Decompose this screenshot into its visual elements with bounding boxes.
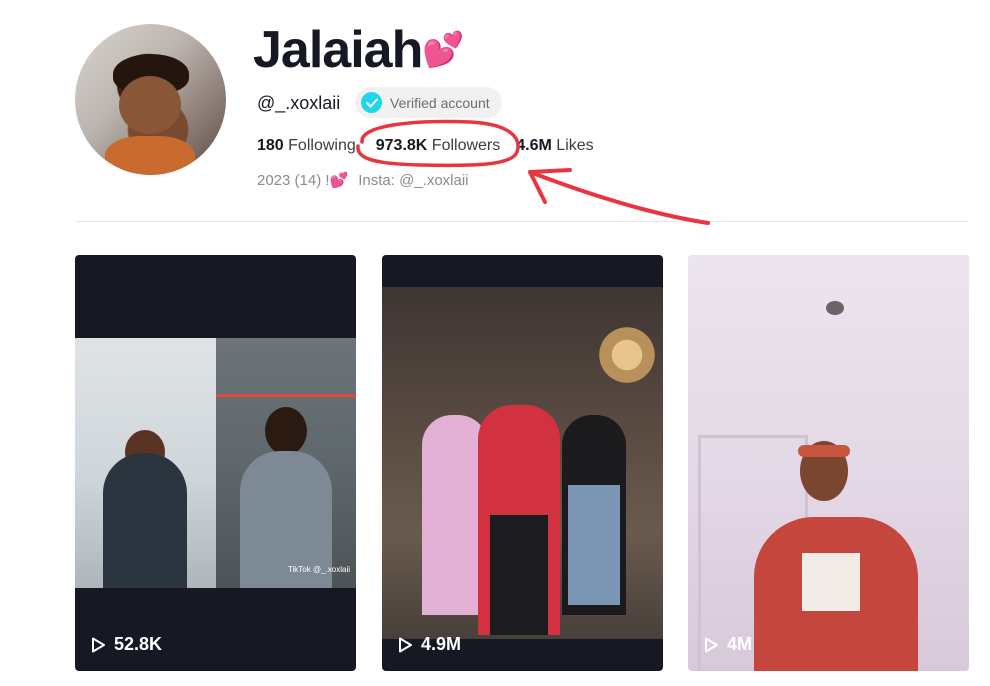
heart-emoji: 💕 bbox=[422, 31, 464, 69]
following-label: Following bbox=[288, 137, 356, 154]
bio-insta: Insta: @_.xoxlaii bbox=[358, 172, 469, 189]
view-count: 4M bbox=[727, 634, 753, 654]
view-count: 4.9M bbox=[421, 634, 462, 654]
play-icon bbox=[399, 637, 412, 652]
likes-stat: 4.6M Likes bbox=[516, 136, 593, 156]
followers-label: Followers bbox=[431, 137, 501, 154]
video-card-1[interactable]: TikTok @_.xoxlaii 52.8K bbox=[75, 255, 356, 671]
profile-stats: 180 Following 973.8K Followers 4.6M Like… bbox=[257, 136, 594, 156]
following-count: 180 bbox=[257, 137, 284, 154]
likes-label: Likes bbox=[556, 137, 594, 154]
verified-badge: Verified account bbox=[355, 87, 502, 118]
video-views: 4M bbox=[704, 634, 752, 655]
profile-bio: 2023 (14) !💕 Insta: @_.xoxlaii bbox=[257, 171, 469, 189]
avatar-face bbox=[119, 76, 181, 134]
profile-avatar[interactable] bbox=[75, 24, 226, 175]
followers-count: 973.8K bbox=[375, 137, 428, 154]
video-card-2[interactable]: 4.9M bbox=[382, 255, 663, 671]
play-icon bbox=[92, 637, 105, 652]
following-stat[interactable]: 180 Following bbox=[257, 136, 356, 156]
annotation-arrow bbox=[528, 168, 710, 225]
video-card-3[interactable]: 4M bbox=[688, 255, 969, 671]
video-views: 4.9M bbox=[398, 634, 461, 655]
play-icon bbox=[705, 637, 718, 652]
view-count: 52.8K bbox=[114, 634, 163, 654]
profile-name: Jalaiah💕 bbox=[253, 21, 465, 79]
bio-line: 2023 (14) !💕 bbox=[257, 172, 349, 189]
followers-stat[interactable]: 973.8K Followers bbox=[376, 136, 501, 156]
verified-label: Verified account bbox=[390, 94, 490, 111]
profile-handle: @_.xoxlaii bbox=[257, 93, 341, 113]
video-views: 52.8K bbox=[91, 634, 162, 655]
likes-count: 4.6M bbox=[516, 137, 552, 154]
verified-check-icon bbox=[361, 92, 382, 113]
divider bbox=[75, 221, 968, 222]
avatar-shirt bbox=[105, 136, 195, 175]
tiktok-watermark: TikTok @_.xoxlaii bbox=[287, 565, 350, 574]
